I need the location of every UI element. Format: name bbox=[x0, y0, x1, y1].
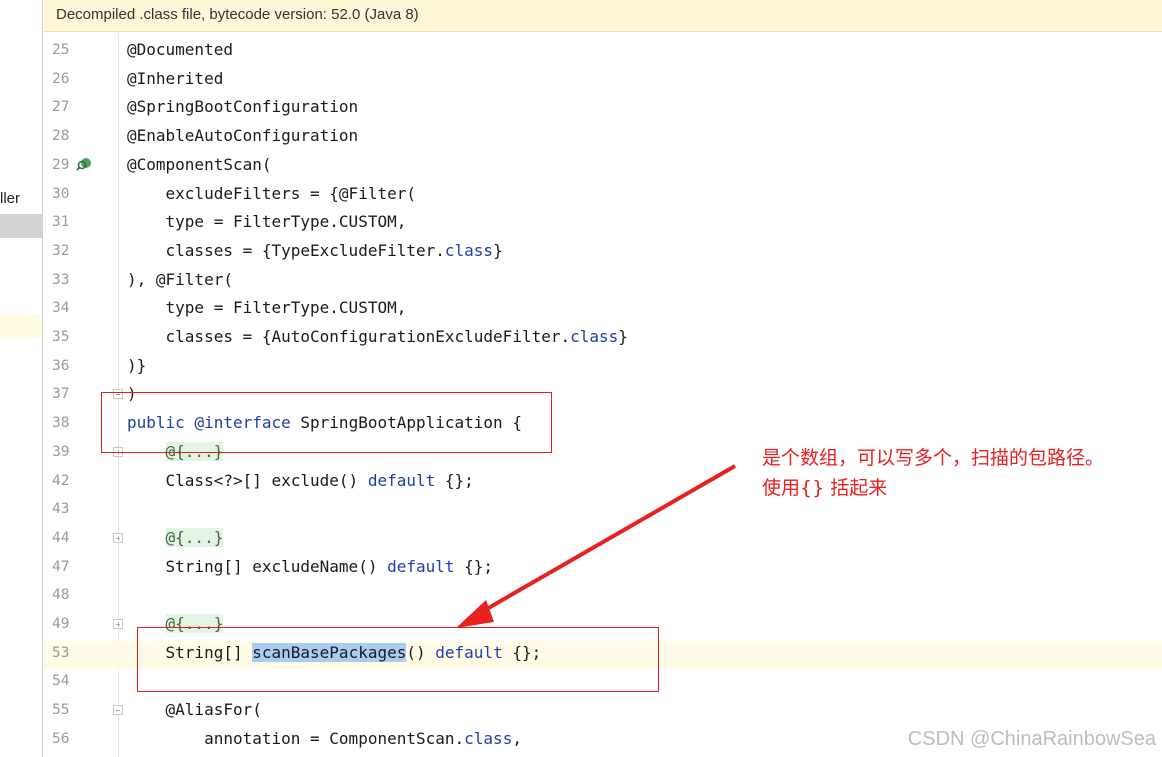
code-line[interactable]: ), @Filter( bbox=[127, 266, 233, 295]
code-token: @Documented bbox=[127, 40, 233, 59]
line-number: 31 bbox=[52, 214, 70, 231]
code-line[interactable]: classes = {TypeExcludeFilter.class} bbox=[127, 237, 503, 266]
keyword-token: class bbox=[444, 240, 494, 260]
code-token: @AliasFor( bbox=[127, 700, 262, 720]
line-number: 38 bbox=[52, 415, 70, 432]
keyword-token: default bbox=[387, 556, 455, 576]
code-line[interactable]: @EnableAutoConfiguration bbox=[127, 122, 358, 151]
expand-fold-icon[interactable] bbox=[113, 619, 123, 629]
line-number: 39 bbox=[52, 443, 70, 460]
code-line[interactable]: excludeFilters = {@Filter( bbox=[127, 180, 416, 209]
annotation-line-1: 是个数组，可以写多个，扫描的包路径。 bbox=[762, 447, 1105, 469]
code-line[interactable]: annotation = ComponentScan.class, bbox=[127, 725, 522, 754]
line-number: 36 bbox=[52, 357, 70, 374]
keyword-token: class bbox=[464, 728, 513, 748]
code-token: {}; bbox=[454, 556, 494, 576]
line-number: 43 bbox=[52, 501, 70, 518]
code-token: type = FilterType.CUSTOM, bbox=[127, 298, 407, 318]
code-line[interactable]: @{...} bbox=[127, 524, 224, 553]
keyword-token: default bbox=[367, 470, 436, 490]
annotation-highlight-box-interface bbox=[101, 392, 552, 453]
line-number: 33 bbox=[52, 271, 70, 288]
code-token: {}; bbox=[435, 470, 474, 490]
code-line[interactable]: Class<?>[] exclude() default {}; bbox=[127, 467, 474, 496]
code-token: classes = {AutoConfigurationExcludeFilte… bbox=[127, 327, 571, 346]
line-number: 54 bbox=[52, 673, 70, 690]
line-number: 47 bbox=[52, 558, 70, 575]
project-tree-label[interactable]: ller bbox=[0, 190, 20, 207]
collapse-fold-icon[interactable] bbox=[113, 705, 123, 716]
code-token: Class<?>[] exclude() bbox=[127, 470, 368, 490]
code-line[interactable]: @Documented bbox=[127, 36, 233, 65]
line-number: 25 bbox=[52, 42, 70, 58]
code-token: @SpringBootConfiguration bbox=[127, 97, 359, 117]
line-number: 30 bbox=[52, 185, 70, 202]
line-number: 53 bbox=[52, 644, 70, 661]
project-panel-edge: ller bbox=[0, 0, 43, 757]
line-number: 48 bbox=[52, 587, 70, 604]
line-number: 42 bbox=[52, 472, 70, 489]
code-line[interactable]: String[] excludeName() default {}; bbox=[127, 553, 494, 582]
code-token: String[] excludeName() bbox=[127, 556, 388, 576]
keyword-token: class bbox=[570, 327, 619, 346]
line-number: 35 bbox=[52, 329, 70, 345]
watermark: CSDN @ChinaRainbowSea bbox=[907, 728, 1156, 750]
line-number: 34 bbox=[52, 300, 70, 317]
annotation-highlight-box-scanbasepackages bbox=[137, 627, 659, 692]
code-token: @EnableAutoConfiguration bbox=[127, 126, 359, 146]
line-number: 49 bbox=[52, 616, 70, 632]
decompiled-notice-banner: Decompiled .class file, bytecode version… bbox=[44, 0, 1162, 32]
code-token: )} bbox=[127, 355, 147, 375]
annotation-line-2: 使用{} 括起来 bbox=[762, 477, 888, 499]
code-line[interactable]: @SpringBootConfiguration bbox=[127, 93, 358, 122]
line-number: 26 bbox=[52, 70, 70, 87]
code-token: } bbox=[618, 327, 628, 346]
line-number: 55 bbox=[52, 702, 70, 719]
code-token: type = FilterType.CUSTOM, bbox=[127, 212, 407, 232]
code-token: @ComponentScan( bbox=[127, 154, 272, 174]
line-number: 28 bbox=[52, 128, 70, 145]
code-line[interactable]: @Inherited bbox=[127, 65, 223, 94]
code-token: @Inherited bbox=[127, 68, 224, 88]
line-number: 37 bbox=[52, 386, 70, 403]
code-line[interactable]: @ComponentScan( bbox=[127, 151, 272, 180]
code-line[interactable]: )} bbox=[127, 352, 146, 381]
code-line[interactable]: type = FilterType.CUSTOM, bbox=[127, 208, 407, 237]
annotation-note: 是个数组，可以写多个，扫描的包路径。 使用{} 括起来 bbox=[762, 443, 1104, 503]
line-number: 56 bbox=[52, 730, 70, 747]
code-token: ), @Filter( bbox=[127, 269, 233, 289]
expand-fold-icon[interactable] bbox=[113, 532, 123, 543]
code-token: classes = {TypeExcludeFilter. bbox=[127, 240, 445, 260]
search-bean-icon[interactable] bbox=[76, 157, 92, 173]
project-tree-highlight-row bbox=[0, 314, 42, 338]
project-tree-selected-row[interactable] bbox=[0, 214, 42, 238]
line-number: 27 bbox=[52, 99, 70, 116]
code-token: } bbox=[493, 240, 503, 260]
code-line[interactable]: classes = {AutoConfigurationExcludeFilte… bbox=[127, 323, 628, 352]
code-token: excludeFilters = {@Filter( bbox=[127, 183, 416, 203]
line-number: 44 bbox=[52, 529, 70, 546]
code-token: annotation = ComponentScan. bbox=[127, 728, 465, 748]
folded-annotation[interactable]: @{...} bbox=[165, 527, 224, 547]
code-line[interactable]: @AliasFor( bbox=[127, 696, 262, 725]
code-token: , bbox=[512, 728, 522, 748]
code-line[interactable]: type = FilterType.CUSTOM, bbox=[127, 294, 407, 323]
line-number: 32 bbox=[52, 242, 70, 259]
